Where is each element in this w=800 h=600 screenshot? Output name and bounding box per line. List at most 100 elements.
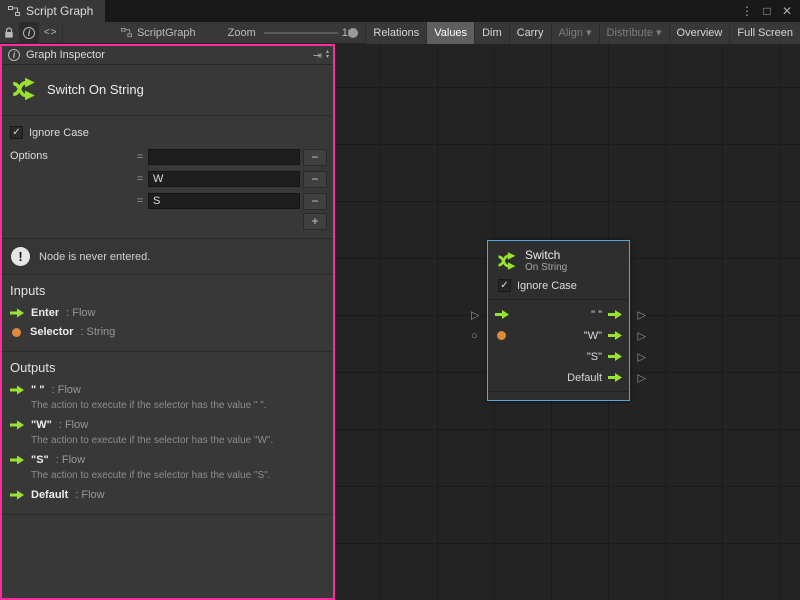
value-port-icon bbox=[12, 328, 21, 337]
values-label: Values bbox=[434, 27, 467, 39]
graph-inspector-panel: i Graph Inspector ⇥ ▴ ▾ Switch On bbox=[0, 44, 335, 600]
port-type: : Flow bbox=[66, 307, 95, 319]
flow-port-icon bbox=[10, 308, 24, 318]
lock-button[interactable] bbox=[0, 22, 20, 44]
inspector-title: Graph Inspector bbox=[26, 49, 105, 61]
remove-option-button[interactable]: − bbox=[303, 149, 327, 166]
carry-button[interactable]: Carry bbox=[509, 22, 551, 44]
script-graph-icon bbox=[8, 5, 20, 17]
option-input[interactable] bbox=[148, 193, 300, 209]
flow-output-port-icon[interactable] bbox=[608, 373, 622, 383]
port-type: : Flow bbox=[59, 419, 88, 431]
flow-output-connector-icon[interactable]: ▷ bbox=[638, 329, 646, 342]
option-input[interactable] bbox=[148, 171, 300, 187]
values-button[interactable]: Values bbox=[426, 22, 474, 44]
options-label: Options bbox=[10, 147, 132, 230]
align-button[interactable]: Align▾ bbox=[551, 22, 599, 44]
flow-port-icon bbox=[10, 385, 24, 395]
tab-title: Script Graph bbox=[26, 4, 93, 18]
node-port-row: "S" ▷ bbox=[488, 346, 629, 367]
option-input[interactable] bbox=[148, 149, 300, 165]
window-controls: ⋮ □ ✕ bbox=[738, 0, 800, 22]
flow-output-connector-icon[interactable]: ▷ bbox=[638, 350, 646, 363]
warning-icon: ! bbox=[11, 247, 30, 266]
titlebar: Script Graph ⋮ □ ✕ bbox=[0, 0, 800, 22]
warning-text: Node is never entered. bbox=[39, 251, 150, 263]
output-port-label: Default bbox=[567, 372, 602, 384]
inspector-header-controls: ⇥ ▴ ▾ bbox=[313, 49, 329, 62]
edit-source-button[interactable]: <> bbox=[39, 22, 63, 44]
output-port-row: " " : Flow bbox=[10, 384, 325, 396]
node-title-block: Switch On String bbox=[2, 65, 333, 116]
warning-banner: ! Node is never entered. bbox=[2, 238, 333, 275]
graph-name: ScriptGraph bbox=[137, 27, 196, 39]
more-menu-icon[interactable]: ⋮ bbox=[738, 4, 756, 18]
switch-icon bbox=[10, 75, 38, 103]
overview-button[interactable]: Overview bbox=[669, 22, 730, 44]
output-port-label: "S" bbox=[587, 351, 602, 363]
remove-option-button[interactable]: − bbox=[303, 171, 327, 188]
toolbar-buttons: Relations Values Dim Carry Align▾ Distri… bbox=[365, 22, 800, 44]
align-label: Align bbox=[559, 27, 583, 39]
scroll-spinner[interactable]: ▴ ▾ bbox=[326, 50, 329, 60]
ignore-case-row: ✓ Ignore Case bbox=[2, 116, 333, 143]
node-port-row: ▷ " " ▷ bbox=[488, 304, 629, 325]
close-icon[interactable]: ✕ bbox=[778, 4, 796, 18]
flow-output-connector-icon[interactable]: ▷ bbox=[638, 308, 646, 321]
output-port-row: "S" : Flow bbox=[10, 454, 325, 466]
ignore-case-label: Ignore Case bbox=[29, 127, 89, 139]
add-option-button[interactable]: + bbox=[303, 213, 327, 230]
drag-handle-icon[interactable]: = bbox=[132, 173, 148, 185]
inspector-empty-space bbox=[2, 515, 333, 598]
maximize-icon[interactable]: □ bbox=[758, 4, 776, 18]
graph-breadcrumb[interactable]: ScriptGraph bbox=[121, 27, 196, 39]
node-subtitle: On String bbox=[525, 262, 567, 273]
dim-button[interactable]: Dim bbox=[474, 22, 509, 44]
port-name: "W" bbox=[31, 419, 52, 431]
full-screen-button[interactable]: Full Screen bbox=[729, 22, 800, 44]
value-input-connector-icon[interactable]: ○ bbox=[471, 330, 478, 342]
flow-output-connector-icon[interactable]: ▷ bbox=[638, 371, 646, 384]
flow-port-icon bbox=[10, 420, 24, 430]
flow-input-connector-icon[interactable]: ▷ bbox=[471, 308, 479, 321]
port-description: The action to execute if the selector ha… bbox=[31, 435, 325, 446]
inputs-section: Inputs Enter : Flow Selector : String bbox=[2, 275, 333, 352]
output-port-label: "W" bbox=[584, 330, 602, 342]
drag-handle-icon[interactable]: = bbox=[132, 195, 148, 207]
drag-handle-icon[interactable]: = bbox=[132, 151, 148, 163]
output-port-row: "W" : Flow bbox=[10, 419, 325, 431]
selector-input-port-icon[interactable] bbox=[497, 331, 506, 340]
dock-icon[interactable]: ⇥ bbox=[313, 49, 322, 62]
ignore-case-checkbox[interactable]: ✓ bbox=[498, 279, 511, 292]
remove-option-button[interactable]: − bbox=[303, 193, 327, 210]
node-titles: Switch On String bbox=[525, 248, 567, 273]
relations-button[interactable]: Relations bbox=[365, 22, 426, 44]
option-row: = − bbox=[132, 147, 327, 167]
flow-port-icon bbox=[10, 455, 24, 465]
node-header: Switch On String bbox=[488, 241, 629, 276]
flow-output-port-icon[interactable] bbox=[608, 310, 622, 320]
ignore-case-checkbox[interactable]: ✓ bbox=[10, 126, 23, 139]
lock-icon bbox=[4, 27, 14, 39]
switch-on-string-node[interactable]: Switch On String ✓ Ignore Case ▷ " " bbox=[487, 240, 630, 401]
node-ignore-case-row: ✓ Ignore Case bbox=[488, 276, 629, 300]
graph-canvas[interactable]: Switch On String ✓ Ignore Case ▷ " " bbox=[335, 44, 800, 600]
zoom-slider[interactable] bbox=[264, 27, 338, 39]
flow-output-port-icon[interactable] bbox=[608, 331, 622, 341]
port-name: "S" bbox=[31, 454, 49, 466]
ignore-case-label: Ignore Case bbox=[517, 280, 577, 292]
distribute-button[interactable]: Distribute▾ bbox=[599, 22, 669, 44]
tab-script-graph[interactable]: Script Graph bbox=[0, 0, 105, 22]
inspector-header: i Graph Inspector ⇥ ▴ ▾ bbox=[2, 46, 333, 65]
flow-port-icon bbox=[10, 490, 24, 500]
port-name: Enter bbox=[31, 307, 59, 319]
flow-input-port-icon[interactable] bbox=[495, 310, 509, 320]
inspector-toggle-button[interactable]: i bbox=[20, 22, 40, 44]
outputs-header: Outputs bbox=[10, 360, 325, 375]
flow-output-port-icon[interactable] bbox=[608, 352, 622, 362]
input-port-row: Enter : Flow bbox=[10, 307, 325, 319]
overview-label: Overview bbox=[677, 27, 723, 39]
zoom-slider-thumb[interactable] bbox=[348, 28, 358, 38]
port-type: : Flow bbox=[75, 489, 104, 501]
code-icon: <> bbox=[44, 27, 58, 38]
